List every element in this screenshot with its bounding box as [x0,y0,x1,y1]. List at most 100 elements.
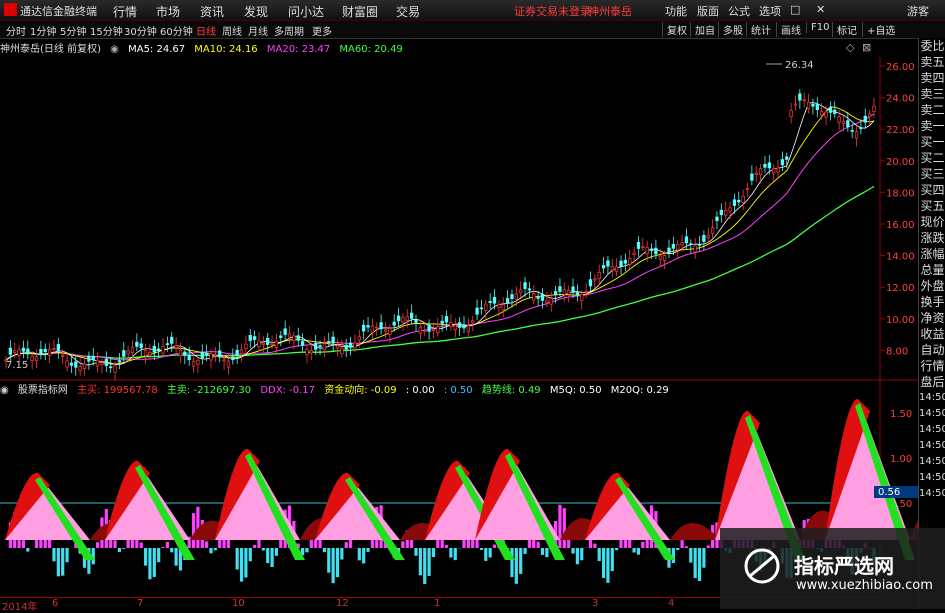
y-tick-label: 24.00 [886,94,915,105]
y-tick-label: 20.00 [886,157,915,168]
tab-1min[interactable]: 1分钟 [30,23,56,38]
side-panel-item[interactable]: 总量 [919,262,945,278]
diamond-icon[interactable]: ◇ [846,41,854,54]
side-panel-item[interactable]: 收益 [919,326,945,342]
tab-15min[interactable]: 15分钟 [90,23,123,38]
side-panel-item[interactable]: 14:50 [919,470,945,486]
side-panel-item[interactable]: 外盘 [919,278,945,294]
x-tick: 3 [592,598,598,609]
tab-more[interactable]: 更多 [312,23,332,38]
tab-60min[interactable]: 60分钟 [160,23,193,38]
menu-item-quotes[interactable]: 行情 [113,3,137,20]
title-bar: 通达信金融终端 行情 市场 资讯 发现 问小达 财富圈 交易 证券交易未登录 神… [0,0,945,21]
stats-button[interactable]: 统计 [746,22,771,37]
side-panel-item[interactable]: 卖五 [919,54,945,70]
period-toolbar: 分时 1分钟 5分钟 15分钟 30分钟 60分钟 日线 周线 月线 多周期 更… [0,21,945,39]
side-panel-item[interactable]: 现价 [919,214,945,230]
side-panel-item[interactable]: 14:50 [919,486,945,502]
tab-multi-period[interactable]: 多周期 [274,23,304,38]
ma5-line [6,103,874,365]
login-warning[interactable]: 证券交易未登录 [514,3,591,19]
x-tick: 2014年 [2,598,37,613]
value-half-label: : 0.50 [444,385,473,396]
side-panel-item[interactable]: 14:50 [919,406,945,422]
ma20-line [6,114,874,360]
side-panel-item[interactable]: 涨跌 [919,230,945,246]
menu-item-assistant[interactable]: 问小达 [288,3,324,20]
side-panel-item[interactable]: 买一 [919,134,945,150]
y-tick-label: 16.00 [886,220,915,231]
side-panel-item[interactable]: 涨幅 [919,246,945,262]
side-panel-item[interactable]: 卖三 [919,86,945,102]
sub-y-tick-label: 1.00 [890,454,912,465]
side-panel-item[interactable]: 买三 [919,166,945,182]
ma60-label: MA60: 20.49 [339,44,402,55]
add-watch-button[interactable]: 加自 [690,22,715,37]
ma10-line [6,107,874,364]
side-panel-item[interactable]: 净资 [919,310,945,326]
tab-5min[interactable]: 5分钟 [60,23,86,38]
side-panel-item[interactable]: 14:50 [919,422,945,438]
side-panel-item[interactable]: 盘后 [919,374,945,390]
menu-item-news[interactable]: 资讯 [200,3,224,20]
ma20-label: MA20: 23.47 [267,44,330,55]
add-favorite-button[interactable]: +自选 [862,22,895,37]
layout-button[interactable]: 版面 [697,3,719,19]
x-tick: 12 [336,598,349,609]
side-panel-item[interactable]: 14:50 [919,454,945,470]
side-panel-item[interactable]: 14:50 [919,390,945,406]
close-icon[interactable]: ✕ [816,3,825,16]
guest-button[interactable]: 游客 [907,3,929,19]
ma5-label: MA5: 24.67 [128,44,185,55]
menu-item-market[interactable]: 市场 [156,3,180,20]
close-chart-icon[interactable]: ⊠ [862,41,871,54]
x-tick: 7 [137,598,143,609]
kline-chart[interactable]: 26.34 7.15 26.0024.0022.0020.0018.0016.0… [0,38,918,598]
mark-button[interactable]: 标记 [832,22,857,37]
side-panel-item[interactable]: 行情 [919,358,945,374]
settings-icon[interactable]: ◉ [0,385,9,396]
function-button[interactable]: 功能 [665,3,687,19]
minimize-icon[interactable]: □ [790,3,800,16]
high-label: 26.34 [785,60,814,71]
app-name: 通达信金融终端 [20,3,97,19]
side-panel-item[interactable]: 换手 [919,294,945,310]
ddx-label: DDX: -0.17 [260,385,315,396]
main-chart-header: 神州泰岳(日线 前复权) ◉ MA5: 24.67 MA10: 24.16 MA… [0,40,409,54]
side-panel-item[interactable]: 委比 [919,38,945,54]
tab-weekly[interactable]: 周线 [222,23,242,38]
y-tick-label: 10.00 [886,315,915,326]
side-panel-item[interactable]: 买四 [919,182,945,198]
side-panel-item[interactable]: 自动 [919,342,945,358]
watermark-title: 指标严选网 [794,550,894,579]
value-zero-label: : 0.00 [406,385,435,396]
menu-item-trade[interactable]: 交易 [396,3,420,20]
main-chart-title: 神州泰岳(日线 前复权) [0,44,101,55]
side-panel-item[interactable]: 卖二 [919,102,945,118]
menu-item-discover[interactable]: 发现 [244,3,268,20]
m5q-label: M5Q: 0.50 [550,385,602,396]
x-tick: 6 [52,598,58,609]
side-panel-item[interactable]: 卖一 [919,118,945,134]
formula-button[interactable]: 公式 [728,3,750,19]
candlesticks [5,89,876,381]
sub-chart-header: ◉ 股票指标网 主买: 199567.78 主卖: -212697.30 DDX… [0,381,675,395]
tab-monthly[interactable]: 月线 [248,23,268,38]
side-panel-item[interactable]: 卖四 [919,70,945,86]
tab-30min[interactable]: 30分钟 [124,23,157,38]
adjust-button[interactable]: 复权 [662,22,687,37]
side-panel-item[interactable]: 14:50 [919,438,945,454]
side-panel-item[interactable]: 买五 [919,198,945,214]
menu-item-wealth[interactable]: 财富圈 [342,3,378,20]
tab-intraday[interactable]: 分时 [6,23,26,38]
options-button[interactable]: 选项 [759,3,781,19]
multi-stock-button[interactable]: 多股 [718,22,743,37]
side-panel-item[interactable]: 买二 [919,150,945,166]
stock-name: 神州泰岳 [588,3,632,19]
f10-button[interactable]: F10 [806,22,829,33]
draw-line-button[interactable]: 画线 [776,22,801,37]
x-tick: 1 [434,598,440,609]
m20q-label: M20Q: 0.29 [611,385,669,396]
tab-daily[interactable]: 日线 [196,23,216,38]
gear-icon[interactable]: ◉ [110,44,119,55]
